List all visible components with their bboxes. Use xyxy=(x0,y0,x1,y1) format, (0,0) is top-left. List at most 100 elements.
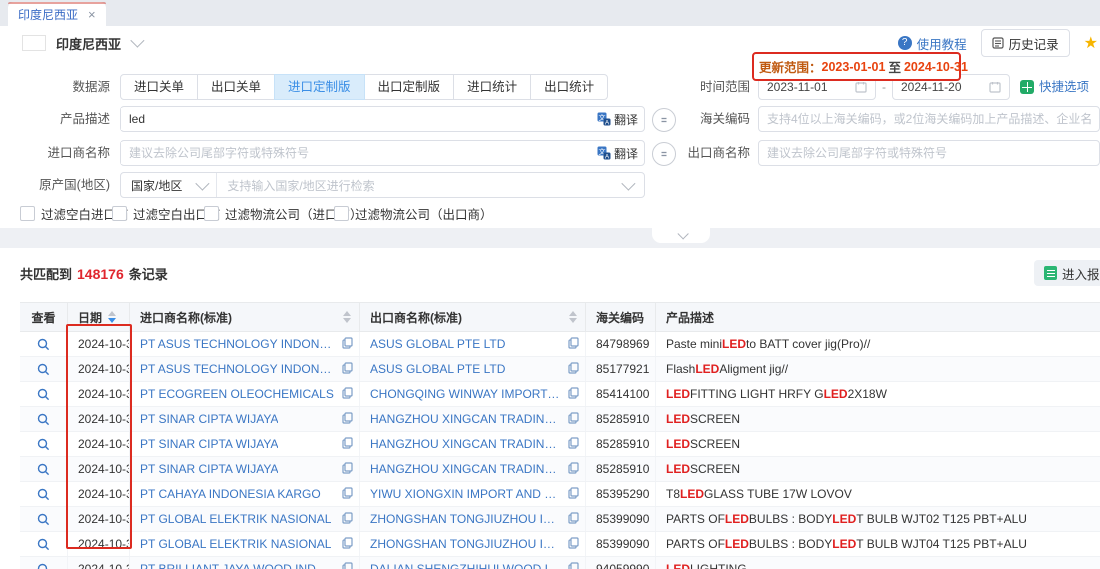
hs-code-input[interactable] xyxy=(758,106,1100,132)
checkbox-box-icon[interactable] xyxy=(112,206,127,221)
importer-link[interactable]: PT ASUS TECHNOLOGY INDONESIA BA... xyxy=(140,362,335,376)
checkbox-box-icon[interactable] xyxy=(334,206,349,221)
hs-code-cell: 85285910 xyxy=(586,457,656,481)
importer-link[interactable]: PT SINAR CIPTA WIJAYA xyxy=(140,462,278,476)
datasource-tab[interactable]: 进口关单 xyxy=(120,74,198,100)
translate-button[interactable]: 文 A 翻译 xyxy=(597,111,644,128)
enter-report-button[interactable]: 进入报告 xyxy=(1034,260,1100,286)
importer-link[interactable]: PT SINAR CIPTA WIJAYA xyxy=(140,412,278,426)
copy-icon[interactable] xyxy=(342,412,353,424)
sort-carets-icon[interactable] xyxy=(569,311,577,323)
copy-icon[interactable] xyxy=(568,412,579,424)
datasource-tab[interactable]: 进口定制版 xyxy=(274,74,365,100)
copy-icon[interactable] xyxy=(342,487,353,499)
view-search-icon[interactable] xyxy=(37,413,50,426)
collapse-form-button[interactable] xyxy=(652,228,710,243)
copy-icon[interactable] xyxy=(342,337,353,349)
view-search-icon[interactable] xyxy=(37,513,50,526)
exporter-link[interactable]: YIWU XIONGXIN IMPORT AND EXPORT... xyxy=(370,487,561,501)
origin-type-select[interactable]: 国家/地区 xyxy=(121,173,217,197)
copy-icon[interactable] xyxy=(342,562,353,569)
datasource-tab[interactable]: 出口统计 xyxy=(530,74,608,100)
exporter-link[interactable]: DALIAN SHENGZHIHUI WOOD INDUST... xyxy=(370,562,561,569)
importer-link[interactable]: PT SINAR CIPTA WIJAYA xyxy=(140,437,278,451)
importer-name-input[interactable] xyxy=(121,142,597,164)
importer-link[interactable]: PT CAHAYA INDONESIA KARGO xyxy=(140,487,321,501)
column-header-4[interactable]: 出口商名称(标准) xyxy=(360,303,586,331)
copy-icon[interactable] xyxy=(568,512,579,524)
favorite-star-icon[interactable]: ★ xyxy=(1084,33,1098,53)
sort-carets-icon[interactable] xyxy=(343,311,351,323)
date-cell: 2024-10-31 xyxy=(68,432,130,456)
sort-up-icon[interactable] xyxy=(108,311,116,316)
sort-down-icon[interactable] xyxy=(108,318,116,323)
exact-match-toggle[interactable] xyxy=(652,108,676,132)
copy-icon[interactable] xyxy=(342,537,353,549)
copy-icon[interactable] xyxy=(568,562,579,569)
importer-link[interactable]: PT GLOBAL ELEKTRIK NASIONAL xyxy=(140,512,331,526)
sort-up-icon[interactable] xyxy=(569,311,577,316)
exact-match-toggle[interactable] xyxy=(652,142,676,166)
importer-link[interactable]: PT GLOBAL ELEKTRIK NASIONAL xyxy=(140,537,331,551)
view-search-icon[interactable] xyxy=(37,388,50,401)
translate-button[interactable]: 文 A 翻译 xyxy=(597,145,644,162)
tab-indonesia[interactable]: 印度尼西亚 × xyxy=(8,2,106,26)
copy-icon[interactable] xyxy=(568,362,579,374)
importer-link[interactable]: PT ECOGREEN OLEOCHEMICALS xyxy=(140,387,334,401)
exporter-name-input[interactable] xyxy=(758,140,1100,166)
tutorial-link[interactable]: ? 使用教程 xyxy=(898,34,967,53)
importer-link[interactable]: PT BRILLIANT JAYA WOOD INDUSTRY xyxy=(140,562,335,569)
datasource-tab[interactable]: 进口统计 xyxy=(453,74,531,100)
exporter-link[interactable]: HANGZHOU XINGCAN TRADING CO LTD xyxy=(370,462,561,476)
product-desc-label: 产品描述 xyxy=(0,106,110,132)
view-search-icon[interactable] xyxy=(37,563,50,569)
sort-down-icon[interactable] xyxy=(343,318,351,323)
copy-icon[interactable] xyxy=(568,437,579,449)
hs-code-cell: 84798969 xyxy=(586,332,656,356)
checkbox-box-icon[interactable] xyxy=(204,206,219,221)
exporter-link[interactable]: CHONGQING WINWAY IMPORT AND E... xyxy=(370,387,561,401)
copy-icon[interactable] xyxy=(568,537,579,549)
exporter-link[interactable]: ZHONGSHAN TONGJIUZHOU INTERNA... xyxy=(370,512,561,526)
exporter-link[interactable]: ZHONGSHAN TONGJIUZHOU INTERNA... xyxy=(370,537,561,551)
column-header-2[interactable]: 日期 xyxy=(68,303,130,331)
copy-icon[interactable] xyxy=(568,337,579,349)
exporter-link[interactable]: ASUS GLOBAL PTE LTD xyxy=(370,362,505,376)
copy-icon[interactable] xyxy=(568,387,579,399)
copy-icon[interactable] xyxy=(568,462,579,474)
view-search-icon[interactable] xyxy=(37,463,50,476)
sort-up-icon[interactable] xyxy=(343,311,351,316)
importer-cell: PT CAHAYA INDONESIA KARGO xyxy=(130,482,360,506)
origin-search-placeholder[interactable]: 支持输入国家/地区进行检索 xyxy=(217,177,622,194)
history-button[interactable]: 历史记录 xyxy=(981,29,1070,57)
view-search-icon[interactable] xyxy=(37,363,50,376)
quick-options-link[interactable]: 快捷选项 xyxy=(1020,74,1089,100)
chevron-down-icon[interactable] xyxy=(131,36,141,50)
copy-icon[interactable] xyxy=(342,362,353,374)
view-search-icon[interactable] xyxy=(37,338,50,351)
copy-icon[interactable] xyxy=(342,387,353,399)
copy-icon[interactable] xyxy=(568,487,579,499)
filter-checkbox[interactable]: 过滤物流公司（出口商） xyxy=(334,204,493,223)
table-row: 2024-10-31PT GLOBAL ELEKTRIK NASIONALZHO… xyxy=(20,532,1100,557)
datasource-tab[interactable]: 出口关单 xyxy=(197,74,275,100)
sort-down-icon[interactable] xyxy=(569,318,577,323)
checkbox-box-icon[interactable] xyxy=(20,206,35,221)
product-desc-input[interactable] xyxy=(121,108,597,130)
chevron-down-icon[interactable] xyxy=(621,177,635,191)
copy-icon[interactable] xyxy=(342,437,353,449)
datasource-tab[interactable]: 出口定制版 xyxy=(364,74,455,100)
copy-icon[interactable] xyxy=(342,462,353,474)
exporter-link[interactable]: HANGZHOU XINGCAN TRADING CO LTD xyxy=(370,412,561,426)
close-icon[interactable]: × xyxy=(88,7,96,22)
sort-carets-icon[interactable] xyxy=(108,311,116,323)
view-search-icon[interactable] xyxy=(37,438,50,451)
column-header-3[interactable]: 进口商名称(标准) xyxy=(130,303,360,331)
view-search-icon[interactable] xyxy=(37,488,50,501)
copy-icon[interactable] xyxy=(342,512,353,524)
exporter-link[interactable]: ASUS GLOBAL PTE LTD xyxy=(370,337,505,351)
importer-link[interactable]: PT ASUS TECHNOLOGY INDONESIA BA... xyxy=(140,337,335,351)
results-table: 查看日期进口商名称(标准)出口商名称(标准)海关编码产品描述 2024-10-3… xyxy=(20,302,1100,569)
view-search-icon[interactable] xyxy=(37,538,50,551)
exporter-link[interactable]: HANGZHOU XINGCAN TRADING CO LTD xyxy=(370,437,561,451)
